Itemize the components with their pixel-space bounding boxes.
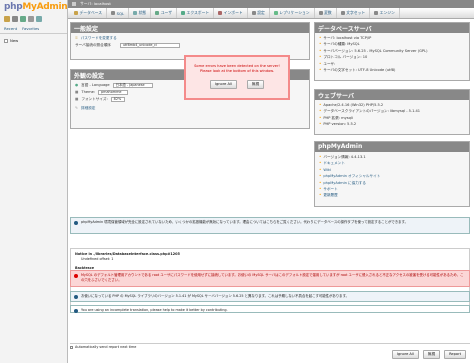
error-icon	[74, 274, 78, 278]
info-icon	[74, 309, 78, 313]
logo-myadmin-text: MyAdmin	[22, 2, 68, 12]
panel-title: phpMyAdmin	[315, 142, 469, 152]
main-menu-bar: データベース SQL 状態 ユーザ エクスポート インポート 設定 レプリケーシ…	[68, 8, 474, 19]
replication-icon	[273, 11, 278, 15]
theme-select[interactable]: pmahomme	[98, 89, 129, 96]
globe-icon: ●	[75, 83, 79, 87]
language-select[interactable]: 日本語 - Japanese	[112, 82, 153, 89]
tab-favorites[interactable]: Favorites	[22, 26, 39, 31]
notice-detail: Undefined offset: 1	[81, 256, 114, 261]
nav-tabs: Recent Favorites	[0, 24, 67, 34]
auto-report-checkbox[interactable]	[70, 345, 73, 349]
key-icon: ⚿	[75, 36, 78, 40]
tab-replication[interactable]: レプリケーション	[270, 8, 315, 18]
fontsize-select[interactable]: 82%	[110, 96, 125, 103]
panel-title: 一般設定	[71, 23, 309, 33]
more-settings-link[interactable]: 詳細設定	[81, 105, 95, 112]
list-item: PHP version: 5.5.2	[319, 121, 465, 127]
ignore-all-button[interactable]: Ignore All	[209, 80, 237, 89]
tab-users[interactable]: ユーザ	[151, 8, 178, 18]
server-icon	[72, 2, 76, 6]
root-no-password-error: MySQL のデフォルト管理用アカウントである root ユーザにパスワードを使…	[70, 270, 470, 287]
theme-label: Theme:	[81, 90, 96, 94]
auto-report-label: Automatically send report next time	[75, 345, 137, 349]
panel-title: ウェブサーバ	[315, 90, 469, 100]
phpmyadmin-info-panel: phpMyAdmin バージョン情報: 4.4.13.1 ドキュメント Wiki…	[314, 141, 470, 207]
tab-export[interactable]: エクスポート	[177, 8, 215, 18]
reload-icon[interactable]	[36, 16, 42, 22]
info-icon	[74, 295, 78, 299]
error-report-footer: Automatically send report next time Igno…	[70, 343, 470, 363]
users-icon	[155, 11, 160, 15]
sql-icon	[111, 11, 116, 15]
gear-icon	[251, 11, 256, 15]
nav-icon-row	[0, 14, 67, 24]
variables-icon	[318, 11, 323, 15]
tab-engines[interactable]: エンジン	[370, 8, 400, 18]
logo-php-text: php	[4, 2, 23, 12]
change-password-link[interactable]: パスワードを変更する	[81, 35, 117, 42]
tab-databases[interactable]: データベース	[70, 8, 108, 18]
collation-label: サーバ接続の照合順序	[75, 43, 111, 47]
database-server-panel: データベースサーバ サーバ: localhost via TCP/IP サーバの…	[314, 22, 470, 81]
tree-item-new[interactable]: New	[4, 38, 63, 43]
charset-icon	[340, 11, 345, 15]
report-button[interactable]: Report	[444, 350, 466, 359]
footer-buttons: Ignore All 無視 Report	[391, 350, 466, 359]
fontsize-label: フォントサイズ:	[81, 97, 108, 101]
config-storage-notice: phpMyAdmin 環境保管領域が完全に設定されていないため、いくつかの拡張機…	[70, 217, 470, 234]
tab-variables[interactable]: 変数	[315, 8, 337, 18]
tab-import[interactable]: インポート	[214, 8, 248, 18]
web-server-panel: ウェブサーバ Apache/2.4.16 (Win32) PHP/5.5.2 デ…	[314, 89, 470, 135]
version-mismatch-text: お使いになっている PHP の MySQL ライブラリのバージョン 5.1.41…	[81, 294, 350, 298]
backtrace-label: Backtrace	[75, 265, 95, 270]
logout-icon[interactable]	[12, 16, 18, 22]
notice-title: Notice in ./libraries/DatabaseInterface.…	[75, 252, 180, 256]
tab-status[interactable]: 状態	[129, 8, 152, 18]
error-dialog-line2: Please look at the bottom of this window…	[199, 69, 275, 73]
incomplete-translation-notice: You are using an incomplete translation,…	[70, 305, 470, 313]
list-item: サーバの文字セット: UTF-8 Unicode (utf8)	[319, 67, 465, 73]
navigation-panel: phpMyAdmin Recent Favorites New	[0, 0, 68, 363]
font-icon: ■	[75, 97, 79, 101]
docs-icon[interactable]	[20, 16, 26, 22]
changelog-link[interactable]: 更新履歴	[319, 192, 465, 198]
status-icon	[133, 11, 138, 15]
panel-title: データベースサーバ	[315, 23, 469, 33]
collation-select[interactable]: utf8mb4_unicode_ci	[119, 42, 180, 49]
config-storage-text: phpMyAdmin 環境保管領域が完全に設定されていないため、いくつかの拡張機…	[81, 220, 408, 224]
wrench-icon: ✎	[75, 106, 79, 110]
settings-icon[interactable]	[28, 16, 34, 22]
tab-settings[interactable]: 設定	[248, 8, 270, 18]
incomplete-translation-text: You are using an incomplete translation,…	[81, 308, 228, 312]
theme-icon: ■	[75, 90, 79, 94]
language-label: 言語 - Language	[81, 83, 110, 87]
engine-icon	[374, 11, 379, 15]
database-icon	[74, 11, 78, 15]
breadcrumb-server[interactable]: サーバ: localhost	[80, 1, 111, 7]
info-icon	[74, 221, 78, 225]
server-error-dialog: Some errors have been detected on the se…	[184, 55, 290, 100]
export-icon	[181, 11, 186, 15]
root-no-password-text: MySQL のデフォルト管理用アカウントである root ユーザにパスワードを使…	[81, 273, 464, 282]
server-breadcrumb-bar: サーバ: localhost	[68, 0, 474, 8]
ignore-button[interactable]: 無視	[246, 80, 265, 89]
import-icon	[218, 11, 223, 15]
database-icon	[4, 38, 8, 43]
tree-item-label: New	[10, 38, 19, 43]
database-tree: New	[0, 34, 67, 47]
phpmyadmin-logo[interactable]: phpMyAdmin	[0, 0, 68, 14]
footer-ignore-button[interactable]: 無視	[422, 350, 441, 359]
tab-charsets[interactable]: 文字セット	[337, 8, 371, 18]
footer-ignore-all-button[interactable]: Ignore All	[391, 350, 419, 359]
tab-sql[interactable]: SQL	[107, 8, 130, 18]
home-icon[interactable]	[4, 16, 10, 22]
tab-recent[interactable]: Recent	[4, 26, 17, 31]
mysql-version-mismatch-notice: お使いになっている PHP の MySQL ライブラリのバージョン 5.1.41…	[70, 291, 470, 302]
auto-report-row: Automatically send report next time	[70, 345, 470, 349]
